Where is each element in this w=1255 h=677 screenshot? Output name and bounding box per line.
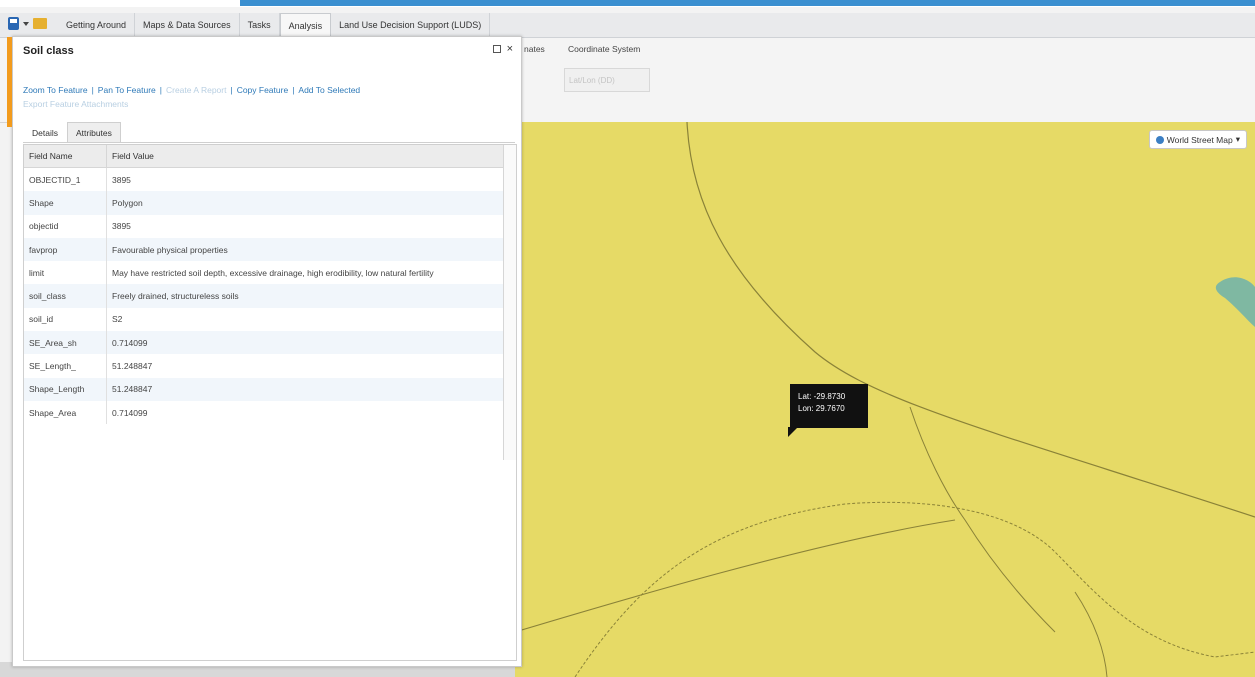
coordinate-system-label: Coordinate System — [568, 44, 641, 54]
table-row: favprop Favourable physical properties — [24, 237, 504, 262]
tooltip-lat: Lat: -29.8730 — [798, 392, 846, 401]
basemap-dropdown[interactable]: World Street Map ▾ — [1148, 130, 1247, 149]
coordinate-tooltip: Lat: -29.8730 Lon: 29.7670 — [788, 384, 868, 437]
field-value: Favourable physical properties — [106, 237, 504, 262]
panel-title: Soil class — [23, 45, 74, 57]
table-row: OBJECTID_1 3895 — [24, 167, 504, 192]
field-value: 0.714099 — [106, 331, 504, 355]
tab-maps-data-sources[interactable]: Maps & Data Sources — [135, 13, 240, 37]
field-name: SE_Area_sh — [24, 331, 107, 355]
column-header-field-value[interactable]: Field Value — [106, 145, 504, 168]
railway-line — [574, 501, 1255, 677]
tab-analysis[interactable]: Analysis — [279, 13, 332, 38]
map-canvas[interactable] — [515, 122, 1255, 677]
add-to-selected-link[interactable]: Add To Selected — [298, 85, 360, 95]
table-row: SE_Length_ 51.248847 — [24, 354, 504, 378]
feature-actions: Zoom To Feature | Pan To Feature | Create A … — [23, 85, 361, 109]
close-icon[interactable]: × — [507, 44, 513, 55]
field-name: SE_Length_ — [24, 354, 107, 378]
field-name: soil_class — [24, 284, 107, 308]
field-name: Shape_Length — [24, 377, 107, 401]
pan-to-feature-link[interactable]: Pan To Feature — [98, 85, 156, 95]
create-report-link[interactable]: Create A Report — [166, 85, 226, 95]
field-name: limit — [24, 261, 107, 285]
folder-icon[interactable] — [33, 18, 47, 29]
tab-getting-around[interactable]: Getting Around — [58, 13, 136, 37]
tab-tasks[interactable]: Tasks — [240, 13, 280, 37]
road-line — [515, 519, 956, 633]
field-name: favprop — [24, 237, 107, 262]
tab-divider — [23, 142, 515, 143]
quick-access — [8, 17, 47, 30]
field-value: 51.248847 — [106, 377, 504, 401]
table-row: objectid 3895 — [24, 214, 504, 238]
table-scrollbar[interactable] — [503, 145, 516, 460]
tooltip-lon: Lon: 29.7670 — [798, 404, 845, 413]
panel-controls: × — [492, 44, 513, 55]
panel-tabs: Details Attributes — [23, 122, 121, 144]
ribbon-group-label-partial: nates — [524, 44, 545, 54]
table-row: SE_Area_sh 0.714099 — [24, 331, 504, 355]
basemap-label: World Street Map — [1166, 134, 1233, 145]
road-line — [909, 406, 1056, 633]
app-top-bar — [0, 0, 1255, 7]
field-name: objectid — [24, 214, 107, 238]
field-value: May have restricted soil depth, excessiv… — [112, 267, 434, 278]
tab-details[interactable]: Details — [23, 122, 67, 144]
water-body — [1215, 277, 1255, 327]
field-value: S2 — [112, 314, 123, 325]
tab-attributes[interactable]: Attributes — [66, 122, 121, 143]
save-icon[interactable] — [8, 17, 19, 30]
field-name: Shape_Area — [24, 400, 107, 425]
field-value: Freely drained, structureless soils — [106, 284, 504, 308]
maximize-icon[interactable] — [492, 45, 501, 53]
table-row: Shape Polygon — [24, 191, 504, 215]
table-row: limit May have restricted soil depth, exc… — [24, 261, 504, 285]
export-attachments-link[interactable]: Export Feature Attachments — [23, 99, 128, 109]
menu-bar: Getting Around Maps & Data Sources Tasks… — [0, 13, 1255, 38]
table-row: Shape_Length 51.248847 — [24, 377, 504, 401]
map-view[interactable]: World Street Map ▾ Lat: -29.8730 Lon: 29… — [515, 122, 1255, 677]
field-name: OBJECTID_1 — [24, 167, 107, 192]
table-row: soil_id S2 — [24, 307, 504, 332]
app-accent-strip — [240, 0, 1255, 6]
globe-icon — [1155, 135, 1164, 144]
road-line — [686, 122, 1255, 518]
field-value: Polygon — [106, 191, 504, 215]
field-value: 51.248847 — [112, 361, 153, 372]
attributes-table: Field Name Field Value OBJECTID_1 3895 Sh… — [23, 144, 517, 661]
tab-luds[interactable]: Land Use Decision Support (LUDS) — [331, 13, 491, 37]
projection-dropdown[interactable]: Lat/Lon (DD) — [564, 68, 650, 92]
caret-down-icon: ▾ — [1235, 134, 1240, 144]
field-name: Shape — [24, 191, 107, 215]
chevron-down-icon[interactable] — [23, 21, 29, 26]
field-name: soil_id — [24, 307, 107, 332]
copy-feature-link[interactable]: Copy Feature — [237, 85, 289, 95]
field-value: 0.714099 — [112, 407, 148, 418]
road-line — [1074, 591, 1108, 677]
column-header-field-name[interactable]: Field Name — [24, 145, 107, 168]
table-row: soil_class Freely drained, structureless … — [24, 284, 504, 308]
table-row: Shape_Area 0.714099 — [24, 400, 504, 425]
panel-accent — [7, 37, 12, 127]
field-value: 3895 — [112, 221, 131, 232]
zoom-to-feature-link[interactable]: Zoom To Feature — [23, 85, 88, 95]
feature-details-panel: Soil class × Zoom To Feature | Pan To Feat… — [7, 36, 522, 667]
menu-tabs: Getting Around Maps & Data Sources Tasks… — [58, 13, 491, 38]
field-value: 3895 — [112, 174, 131, 185]
